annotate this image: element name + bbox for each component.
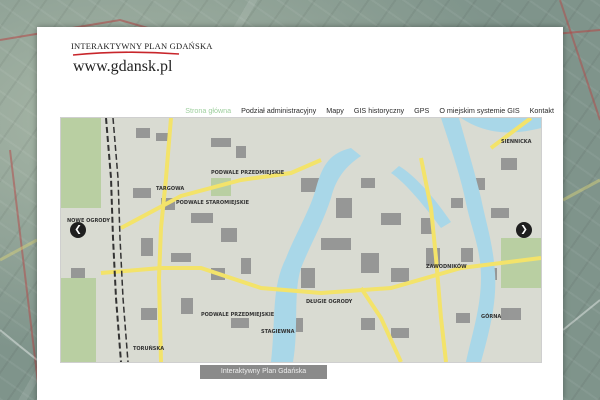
slider-prev-button[interactable]: ❮ bbox=[70, 222, 86, 238]
nav-item-about-gis[interactable]: O miejskim systemie GIS bbox=[434, 106, 524, 115]
map-slider[interactable]: TARGOWA PODWALE PRZEDMIEJSKIE PODWALE ST… bbox=[60, 117, 542, 363]
city-map-image: TARGOWA PODWALE PRZEDMIEJSKIE PODWALE ST… bbox=[61, 118, 541, 362]
chevron-left-icon: ❮ bbox=[74, 225, 82, 235]
map-label: SIENNICKA bbox=[501, 139, 532, 145]
map-label: TORUŃSKA bbox=[133, 344, 164, 352]
map-label: GÓRNA bbox=[481, 313, 501, 320]
map-label: ZAWODNIKÓW bbox=[426, 263, 467, 270]
slide-caption: Interaktywny Plan Gdańska bbox=[200, 365, 327, 379]
chevron-right-icon: ❯ bbox=[520, 225, 528, 235]
page-card: INTERAKTYWNY PLAN GDAŃSKA www.gdansk.pl … bbox=[37, 27, 563, 400]
logo-title: INTERAKTYWNY PLAN GDAŃSKA bbox=[71, 41, 213, 51]
logo-url: www.gdansk.pl bbox=[73, 58, 173, 75]
nav-item-administrative[interactable]: Podział administracyjny bbox=[236, 106, 321, 115]
map-label: PODWALE STAROMIEJSKIE bbox=[176, 200, 250, 206]
map-label: STAGIEWNA bbox=[261, 329, 295, 335]
slider-next-button[interactable]: ❯ bbox=[516, 222, 532, 238]
nav-item-gps[interactable]: GPS bbox=[409, 106, 434, 115]
site-logo[interactable]: INTERAKTYWNY PLAN GDAŃSKA www.gdansk.pl bbox=[71, 37, 221, 79]
nav-item-home[interactable]: Strona główna bbox=[180, 106, 236, 115]
map-label: PODWALE PRZEDMIEJSKIE bbox=[211, 170, 285, 176]
logo-swoosh-icon bbox=[72, 51, 180, 56]
nav-item-maps[interactable]: Mapy bbox=[321, 106, 349, 115]
main-nav: Strona główna Podział administracyjny Ma… bbox=[180, 103, 559, 117]
nav-item-contact[interactable]: Kontakt bbox=[525, 106, 559, 115]
map-label: TARGOWA bbox=[156, 186, 184, 192]
nav-item-gis-history[interactable]: GIS historyczny bbox=[349, 106, 409, 115]
map-label: DŁUGIE OGRODY bbox=[306, 299, 353, 305]
map-label: PODWALE PRZEDMIEJSKIE bbox=[201, 312, 275, 318]
